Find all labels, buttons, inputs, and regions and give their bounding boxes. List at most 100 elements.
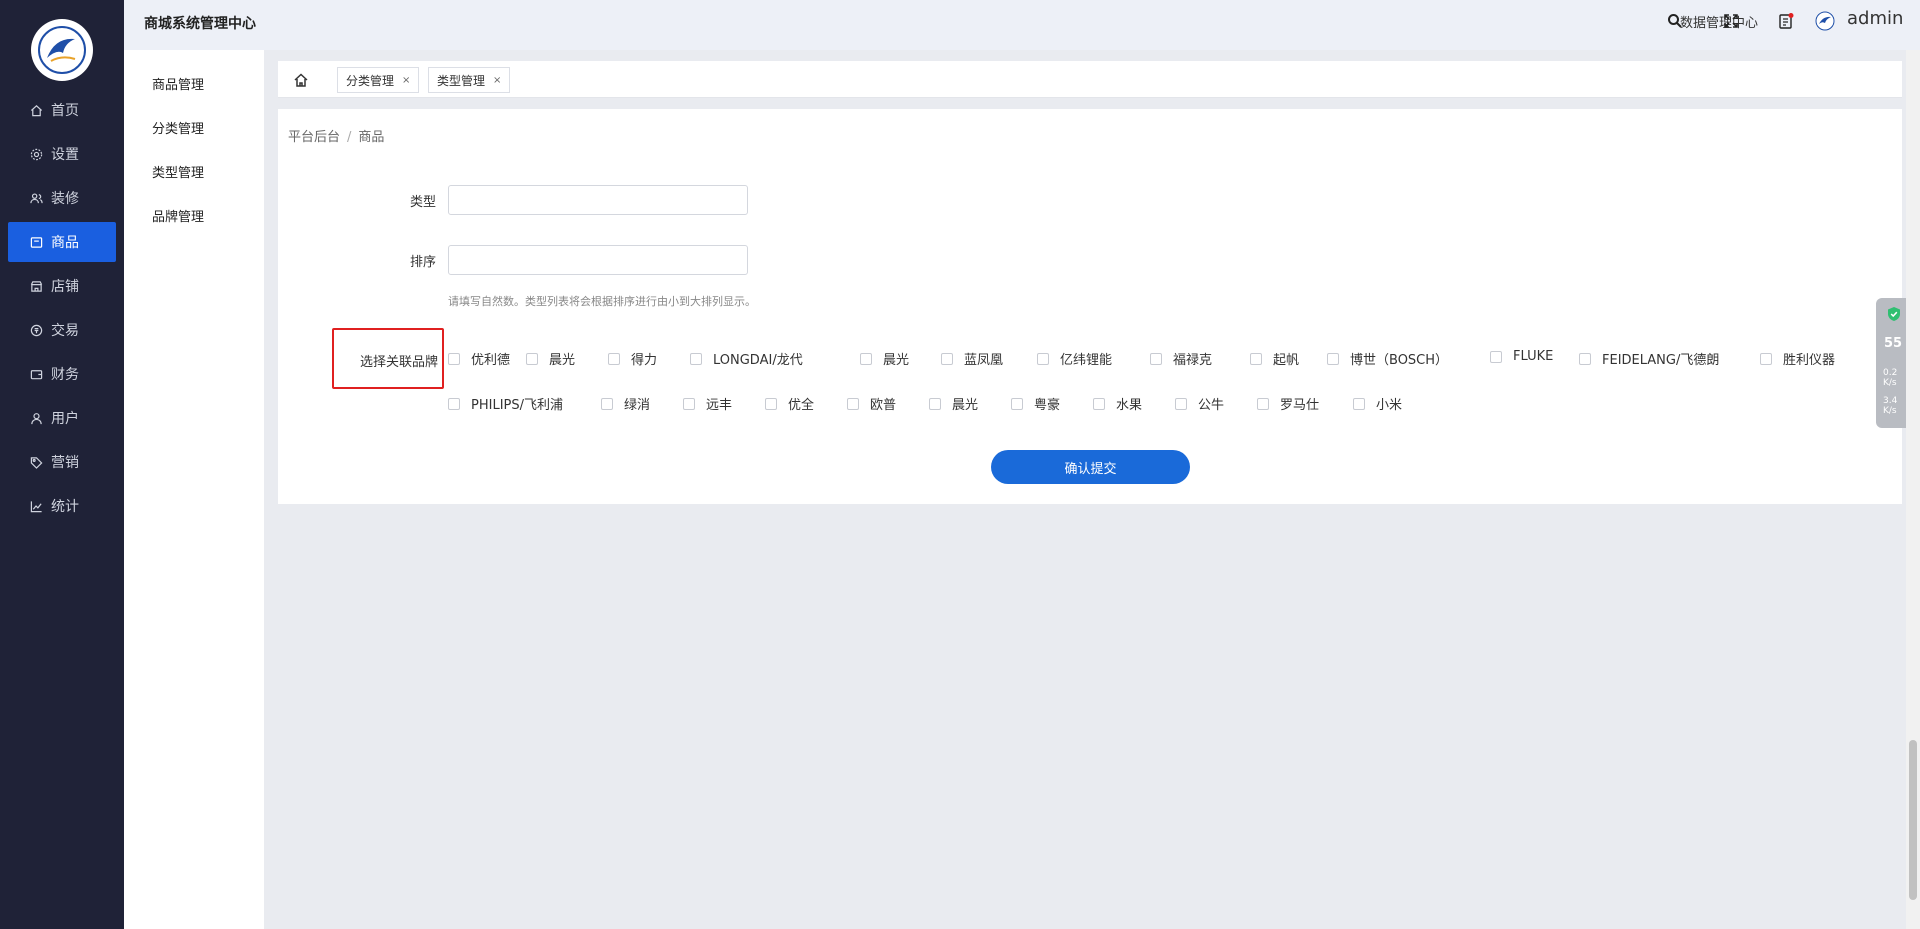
brand-checkbox-item[interactable]: 胜利仪器 [1760, 349, 1835, 368]
submenu-item-type[interactable]: 类型管理 [152, 162, 204, 181]
nav-item-marketing[interactable]: 营销 [8, 442, 116, 482]
fullscreen-icon[interactable] [1720, 10, 1742, 32]
brand-checkbox-item[interactable]: 优利德 [448, 349, 510, 368]
brand-checkbox-item[interactable]: 起帆 [1250, 349, 1299, 368]
data-center-link[interactable]: 数据管理中心 [1680, 12, 1758, 31]
brand-checkbox-item[interactable]: 远丰 [683, 394, 732, 413]
nav-item-finance[interactable]: 财务 [8, 354, 116, 394]
checkbox[interactable] [929, 397, 941, 410]
brand-checkbox-item[interactable]: 小米 [1353, 394, 1402, 413]
brand-label: 晨光 [952, 398, 979, 413]
checkbox[interactable] [448, 397, 460, 410]
page-scrollbar[interactable] [1906, 50, 1920, 929]
nav-item-store[interactable]: 店铺 [8, 266, 116, 306]
brand-checkbox-item[interactable]: 晨光 [860, 349, 909, 368]
home-icon [29, 103, 43, 117]
brand-checkbox-item[interactable]: 晨光 [526, 349, 575, 368]
brand-checkbox-item[interactable]: 公牛 [1175, 394, 1224, 413]
checkbox[interactable] [1150, 352, 1162, 365]
brand-checkbox-item[interactable]: 优全 [765, 394, 814, 413]
brand-label: 起帆 [1273, 353, 1300, 368]
brand-checkbox-item[interactable]: PHILIPS/飞利浦 [448, 394, 563, 413]
checkbox[interactable] [608, 352, 620, 365]
search-icon[interactable] [1664, 10, 1686, 32]
logo-icon [38, 26, 86, 74]
brands-label: 选择关联品牌 [359, 355, 438, 370]
sort-hint: 请填写自然数。类型列表将会根据排序进行由小到大排列显示。 [448, 295, 756, 308]
avatar[interactable] [1814, 10, 1836, 32]
brand-label: 晨光 [883, 353, 910, 368]
type-input[interactable] [448, 185, 748, 215]
brand-checkbox-item[interactable]: 绿消 [601, 394, 650, 413]
brand-checkbox-item[interactable]: LONGDAI/龙代 [690, 349, 803, 368]
logo[interactable] [31, 19, 93, 81]
tab-type[interactable]: 类型管理 × [428, 67, 511, 93]
checkbox[interactable] [941, 352, 953, 365]
nav-item-users[interactable]: 用户 [8, 398, 116, 438]
brand-checkbox-item[interactable]: 亿纬锂能 [1037, 349, 1112, 368]
submenu-item-category[interactable]: 分类管理 [152, 118, 204, 137]
brand-checkbox-item[interactable]: 蓝凤凰 [941, 349, 1003, 368]
checkbox[interactable] [1250, 352, 1262, 365]
tab-label: 类型管理 [437, 73, 486, 88]
nav-item-label: 店铺 [51, 279, 79, 295]
checkbox[interactable] [1257, 397, 1269, 410]
brand-checkbox-item[interactable]: 博世（BOSCH） [1327, 349, 1448, 368]
brand-label: LONGDAI/龙代 [713, 353, 803, 368]
checkbox[interactable] [1760, 352, 1772, 365]
checkbox[interactable] [765, 397, 777, 410]
breadcrumb-root[interactable]: 平台后台 [288, 130, 340, 145]
brand-checkbox-item[interactable]: 欧普 [847, 394, 896, 413]
close-icon[interactable]: × [402, 75, 410, 86]
checkbox[interactable] [1490, 350, 1502, 363]
brand-checkbox-item[interactable]: 水果 [1093, 394, 1142, 413]
users-icon [29, 191, 43, 205]
tab-category[interactable]: 分类管理 × [337, 67, 420, 93]
scrollbar-thumb[interactable] [1909, 740, 1917, 900]
brand-checkbox-item[interactable]: 晨光 [929, 394, 978, 413]
checkbox[interactable] [1011, 397, 1023, 410]
username[interactable]: admin [1847, 8, 1903, 29]
checkbox[interactable] [1037, 352, 1049, 365]
nav-item-home[interactable]: 首页 [8, 90, 116, 130]
checkbox[interactable] [601, 397, 613, 410]
brand-checkbox-item[interactable]: FEIDELANG/飞德朗 [1579, 349, 1719, 368]
chart-icon [29, 499, 43, 513]
checkbox[interactable] [1093, 397, 1105, 410]
home-tab-icon[interactable] [286, 67, 316, 93]
submenu-item-goods[interactable]: 商品管理 [152, 74, 204, 93]
brand-checkbox-item[interactable]: 罗马仕 [1257, 394, 1319, 413]
checkbox[interactable] [1327, 352, 1339, 365]
checkbox[interactable] [526, 352, 538, 365]
checkbox[interactable] [860, 352, 872, 365]
checkbox[interactable] [448, 352, 460, 365]
checkbox[interactable] [690, 352, 702, 365]
close-icon[interactable]: × [493, 75, 501, 86]
checkbox[interactable] [683, 397, 695, 410]
nav-item-decoration[interactable]: 装修 [8, 178, 116, 218]
notification-icon[interactable] [1775, 10, 1797, 32]
checkbox[interactable] [1353, 397, 1365, 410]
brand-checkbox-item[interactable]: 粤豪 [1011, 394, 1060, 413]
brand-label: 水果 [1116, 398, 1143, 413]
main-nav: 首页 设置装修商品店铺交易 财务 用户 营销 统计 [0, 0, 124, 929]
nav-item-label: 装修 [51, 191, 79, 207]
submit-button[interactable]: 确认提交 [991, 450, 1190, 484]
brand-label: 胜利仪器 [1783, 353, 1836, 368]
submenu-item-brand[interactable]: 品牌管理 [152, 206, 204, 225]
nav-item-goods[interactable]: 商品 [8, 222, 116, 262]
nav-item-stats[interactable]: 统计 [8, 486, 116, 526]
brand-checkbox-item[interactable]: 福禄克 [1150, 349, 1212, 368]
brand-label: 欧普 [870, 398, 897, 413]
brand-label: 博世（BOSCH） [1350, 353, 1449, 368]
checkbox[interactable] [1175, 397, 1187, 410]
brand-label: 远丰 [706, 398, 733, 413]
checkbox[interactable] [1579, 352, 1591, 365]
brand-checkbox-item[interactable]: FLUKE [1490, 349, 1553, 364]
nav-item-settings[interactable]: 设置 [8, 134, 116, 174]
nav-item-trade[interactable]: 交易 [8, 310, 116, 350]
sort-input[interactable] [448, 245, 748, 275]
brand-label: FLUKE [1513, 349, 1554, 364]
checkbox[interactable] [847, 397, 859, 410]
brand-checkbox-item[interactable]: 得力 [608, 349, 657, 368]
